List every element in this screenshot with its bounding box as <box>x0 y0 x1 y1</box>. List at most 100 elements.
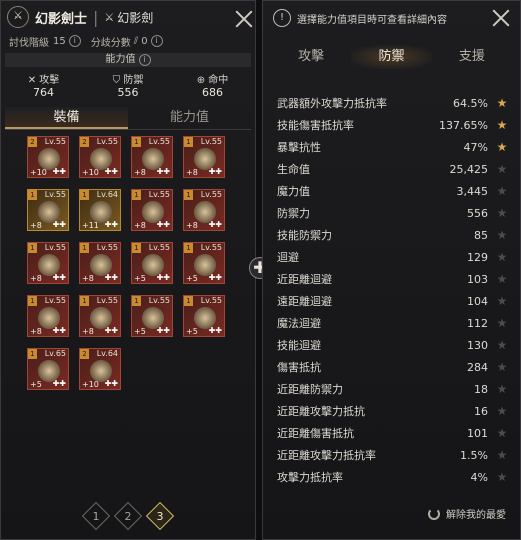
character-header: ⚔ 幻影劍士 | ⚔ 幻影劍 <box>1 1 255 33</box>
equipment-slot[interactable]: 1 Lv.55 +8 ✚✚ <box>79 295 121 337</box>
page-button[interactable]: 1 <box>81 501 111 531</box>
stat-row[interactable]: 近距離攻擊力抵抗 16 ★ <box>277 400 508 422</box>
enhance-level: +8 <box>82 327 94 336</box>
stat-name: 遠距離迴避 <box>277 295 332 308</box>
equipment-slot[interactable]: 1 Lv.55 +8 ✚✚ <box>131 136 173 178</box>
favorite-star-icon[interactable]: ★ <box>496 294 508 308</box>
tab-support[interactable]: 支援 <box>432 45 512 69</box>
equipment-slot[interactable]: 2 Lv.64 +10 ✚✚ <box>79 348 121 390</box>
stat-value: 64.5% <box>453 96 488 110</box>
tab-equipment[interactable]: 裝備 <box>5 107 128 129</box>
stat-list: 武器額外攻擊力抵抗率 64.5% ★ 技能傷害抵抗率 137.65% ★ 暴擊抗性 47% ★ 生… <box>277 92 508 488</box>
favorite-star-icon[interactable]: ★ <box>496 118 508 132</box>
equipment-slot[interactable]: 1 Lv.55 +8 ✚✚ <box>131 189 173 231</box>
stat-name: 近距離迴避 <box>277 273 332 286</box>
favorite-star-icon[interactable]: ★ <box>496 96 508 110</box>
favorite-star-icon[interactable]: ★ <box>496 316 508 330</box>
stat-name: 生命值 <box>277 163 310 176</box>
page-number: 2 <box>124 509 132 523</box>
stat-row[interactable]: 近距離攻擊力抵抗率 1.5% ★ <box>277 444 508 466</box>
socket-icon: ✚✚ <box>52 379 66 388</box>
favorite-star-icon[interactable]: ★ <box>496 228 508 242</box>
favorite-star-icon[interactable]: ★ <box>496 470 508 484</box>
page-button[interactable]: 3 <box>145 501 175 531</box>
equipment-slot[interactable]: 2 Lv.55 +10 ✚✚ <box>79 136 121 178</box>
socket-icon: ✚✚ <box>104 167 118 176</box>
favorite-star-icon[interactable]: ★ <box>496 206 508 220</box>
equipment-slot[interactable]: 1 Lv.64 +11 ✚✚ <box>79 189 121 231</box>
tier-badge: 1 <box>184 243 193 253</box>
equipment-slot[interactable]: 1 Lv.55 +8 ✚✚ <box>27 242 69 284</box>
stat-row[interactable]: 迴避 129 ★ <box>277 246 508 268</box>
close-icon[interactable] <box>490 7 512 29</box>
stat-row[interactable]: 技能迴避 130 ★ <box>277 334 508 356</box>
stat-row[interactable]: 防禦力 556 ★ <box>277 202 508 224</box>
stat-row[interactable]: 傷害抵抗 284 ★ <box>277 356 508 378</box>
socket-icon: ✚✚ <box>156 326 170 335</box>
shield-icon: ⛉ <box>112 75 121 86</box>
favorite-star-icon[interactable]: ★ <box>496 162 508 176</box>
info-icon[interactable]: i <box>138 54 151 66</box>
favorite-star-icon[interactable]: ★ <box>496 382 508 396</box>
stat-row[interactable]: 近距離傷害抵抗 101 ★ <box>277 422 508 444</box>
stat-name: 魔法迴避 <box>277 317 321 330</box>
item-level: Lv.55 <box>200 296 222 305</box>
stat-row[interactable]: 技能防禦力 85 ★ <box>277 224 508 246</box>
equipment-slot[interactable]: 1 Lv.55 +8 ✚✚ <box>27 295 69 337</box>
favorite-star-icon[interactable]: ★ <box>496 140 508 154</box>
page-button[interactable]: 2 <box>113 501 143 531</box>
stat-row[interactable]: 攻擊力抵抗率 4% ★ <box>277 466 508 488</box>
enhance-level: +10 <box>82 168 99 177</box>
stat-row[interactable]: 近距離防禦力 18 ★ <box>277 378 508 400</box>
item-level: Lv.55 <box>96 296 118 305</box>
favorite-star-icon[interactable]: ★ <box>496 404 508 418</box>
unfavorite-button[interactable]: 解除我的最愛 <box>428 506 506 521</box>
stat-row[interactable]: 魔力值 3,445 ★ <box>277 180 508 202</box>
tier-badge: 2 <box>28 137 37 147</box>
equipment-slot[interactable]: 1 Lv.55 +8 ✚✚ <box>79 242 121 284</box>
equipment-slot[interactable]: 1 Lv.55 +5 ✚✚ <box>183 242 225 284</box>
equipment-slot[interactable]: 1 Lv.55 +5 ✚✚ <box>183 295 225 337</box>
stat-value: 4% <box>470 470 488 484</box>
equipment-slot[interactable]: 1 Lv.55 +5 ✚✚ <box>131 295 173 337</box>
favorite-star-icon[interactable]: ★ <box>496 426 508 440</box>
equipment-slot[interactable]: 1 Lv.55 +8 ✚✚ <box>27 189 69 231</box>
equipment-slot[interactable]: 1 Lv.55 +8 ✚✚ <box>183 136 225 178</box>
socket-icon: ✚✚ <box>104 273 118 282</box>
favorite-star-icon[interactable]: ★ <box>496 250 508 264</box>
favorite-star-icon[interactable]: ★ <box>496 184 508 198</box>
equipment-slot[interactable]: 2 Lv.55 +10 ✚✚ <box>27 136 69 178</box>
tab-defense[interactable]: 防禦 <box>351 45 432 69</box>
favorite-star-icon[interactable]: ★ <box>496 338 508 352</box>
close-icon[interactable] <box>233 8 255 30</box>
enhance-level: +8 <box>186 168 198 177</box>
stat-row[interactable]: 魔法迴避 112 ★ <box>277 312 508 334</box>
branch-value: 0 <box>141 35 148 47</box>
socket-icon: ✚✚ <box>156 220 170 229</box>
stat-name: 近距離攻擊力抵抗 <box>277 405 365 418</box>
info-icon[interactable]: i <box>150 35 163 47</box>
favorite-star-icon[interactable]: ★ <box>496 272 508 286</box>
equipment-slot[interactable]: 1 Lv.55 +5 ✚✚ <box>131 242 173 284</box>
stat-row[interactable]: 技能傷害抵抗率 137.65% ★ <box>277 114 508 136</box>
favorite-star-icon[interactable]: ★ <box>496 360 508 374</box>
stat-row[interactable]: 武器額外攻擊力抵抗率 64.5% ★ <box>277 92 508 114</box>
enhance-level: +10 <box>82 380 99 389</box>
favorite-star-icon[interactable]: ★ <box>496 448 508 462</box>
tab-attack[interactable]: 攻擊 <box>271 45 351 69</box>
stat-row[interactable]: 遠距離迴避 104 ★ <box>277 290 508 312</box>
tier-badge: 1 <box>28 190 37 200</box>
stat-row[interactable]: 暴擊抗性 47% ★ <box>277 136 508 158</box>
info-icon[interactable]: i <box>68 35 81 47</box>
equipment-slot[interactable]: 1 Lv.65 +5 ✚✚ <box>27 348 69 390</box>
stat-value: 129 <box>467 250 488 264</box>
equipment-slot[interactable]: 1 Lv.55 +8 ✚✚ <box>183 189 225 231</box>
stat-name: 技能迴避 <box>277 339 321 352</box>
tab-abilities[interactable]: 能力值 <box>128 107 251 129</box>
stat-row[interactable]: 生命值 25,425 ★ <box>277 158 508 180</box>
stat-row[interactable]: 近距離迴避 103 ★ <box>277 268 508 290</box>
sword-icon: ⚔ <box>104 10 115 24</box>
item-level: Lv.55 <box>148 190 170 199</box>
stat-details-panel: ! 選擇能力值項目時可查看詳細內容 攻擊 防禦 支援 武器額外攻擊力抵抗率 64.… <box>262 0 521 540</box>
item-level: Lv.55 <box>200 190 222 199</box>
